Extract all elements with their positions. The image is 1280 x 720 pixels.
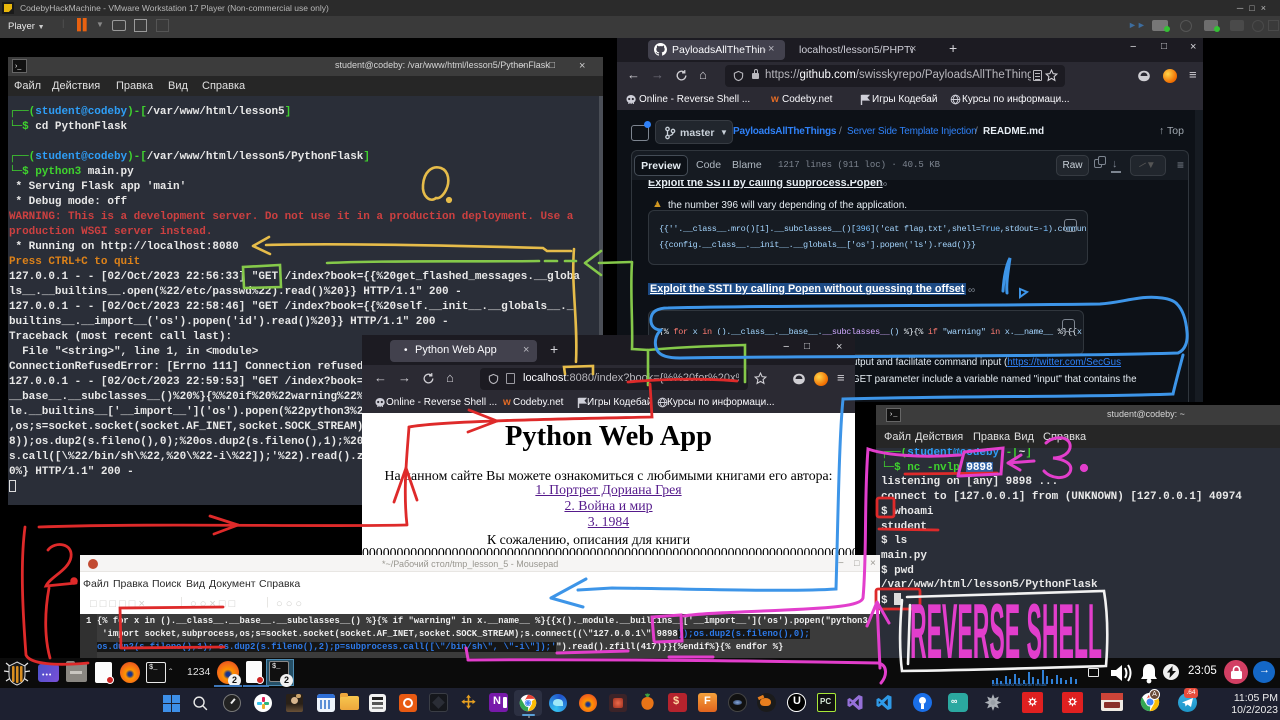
svg-text:dominating spectrum visual: dominating spectrum visual <box>992 682 1047 686</box>
